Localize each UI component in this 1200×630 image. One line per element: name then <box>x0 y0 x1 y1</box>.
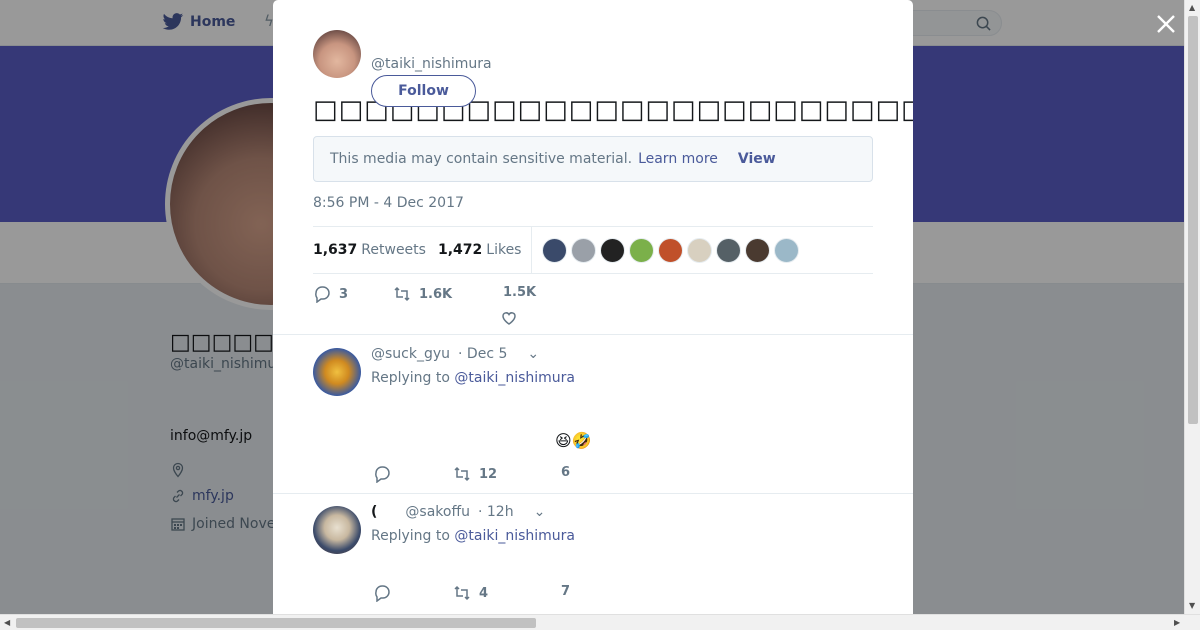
reply-count: 3 <box>339 286 349 302</box>
retweet-action[interactable]: 4 <box>453 584 488 602</box>
retweet-icon <box>454 466 470 482</box>
reply-actions: 4 7 <box>371 584 771 614</box>
learn-more-link[interactable]: Learn more <box>638 151 718 167</box>
chevron-down-icon[interactable]: ⌄ <box>534 504 546 520</box>
scroll-left-icon[interactable]: ◀ <box>4 618 10 627</box>
liker-avatar[interactable] <box>745 237 771 263</box>
reply-avatar[interactable] <box>313 348 361 396</box>
like-count: 1.5K <box>503 285 537 300</box>
reply-action[interactable]: 3 <box>313 285 348 303</box>
reply-icon <box>315 286 330 303</box>
retweets-count[interactable]: 1,637 <box>313 242 357 258</box>
close-button[interactable] <box>1154 12 1178 36</box>
reply-header: @suck_gyu · Dec 5 ⌄ <box>371 346 539 362</box>
tweet-divider <box>273 334 913 335</box>
horizontal-scrollbar[interactable]: ◀ ▶ <box>0 614 1200 630</box>
like-action[interactable]: 6 <box>561 465 570 480</box>
replying-mention[interactable]: @taiki_nishimura <box>454 370 575 386</box>
reply-text: 😆🤣 <box>555 431 592 450</box>
stats-divider <box>531 226 533 274</box>
scroll-up-icon[interactable]: ▲ <box>1189 3 1195 12</box>
view-media-button[interactable]: View <box>738 151 776 167</box>
reply-icon <box>375 466 390 483</box>
replying-to: Replying to @taiki_nishimura <box>371 370 575 386</box>
tweet-stats: 1,637 Retweets 1,472 Likes <box>313 226 873 274</box>
retweet-count: 12 <box>479 466 498 482</box>
follow-button[interactable]: Follow <box>371 75 476 107</box>
like-count: 7 <box>561 584 571 599</box>
liker-avatar[interactable] <box>774 237 800 263</box>
reply-divider <box>273 493 913 494</box>
reply-display-name[interactable]: ( <box>371 504 377 520</box>
retweet-icon <box>394 286 410 302</box>
like-action[interactable]: 1.5K <box>503 285 536 300</box>
replying-mention[interactable]: @taiki_nishimura <box>454 528 575 544</box>
retweet-icon <box>454 585 470 601</box>
replying-prefix: Replying to <box>371 370 450 386</box>
close-icon <box>1157 15 1175 33</box>
liker-avatars <box>542 237 800 263</box>
replying-to: Replying to @taiki_nishimura <box>371 528 575 544</box>
vertical-scroll-thumb[interactable] <box>1188 16 1198 424</box>
likes-label[interactable]: Likes <box>486 242 521 258</box>
liker-avatar[interactable] <box>716 237 742 263</box>
heart-icon <box>502 312 516 325</box>
like-action[interactable]: 7 <box>561 584 570 599</box>
likes-count[interactable]: 1,472 <box>438 242 482 258</box>
retweet-action[interactable]: 1.6K <box>393 285 452 303</box>
reply-action[interactable] <box>373 465 391 483</box>
tweet-modal: @taiki_nishimura □□□□□□□□□□□□□□□□□□□□□□□… <box>273 0 913 614</box>
liker-avatar[interactable] <box>658 237 684 263</box>
reply-header: ( @sakoffu · 12h ⌄ <box>371 504 545 520</box>
replying-prefix: Replying to <box>371 528 450 544</box>
horizontal-scroll-thumb[interactable] <box>16 618 536 628</box>
tweet-actions: 3 1.6K 1.5K <box>313 285 873 325</box>
scroll-down-icon[interactable]: ▼ <box>1189 601 1195 610</box>
reply-time[interactable]: · 12h <box>478 504 514 520</box>
like-button[interactable] <box>500 309 518 327</box>
reply-handle[interactable]: @sakoffu <box>405 504 470 520</box>
chevron-down-icon[interactable]: ⌄ <box>527 346 539 362</box>
liker-avatar[interactable] <box>600 237 626 263</box>
retweet-count: 1.6K <box>419 286 453 302</box>
liker-avatar[interactable] <box>542 237 568 263</box>
tweet-timestamp[interactable]: 8:56 PM - 4 Dec 2017 <box>313 195 464 211</box>
liker-avatar[interactable] <box>687 237 713 263</box>
scroll-right-icon[interactable]: ▶ <box>1174 618 1180 627</box>
reply-icon <box>375 585 390 602</box>
reply-handle[interactable]: @suck_gyu <box>371 346 450 362</box>
retweet-action[interactable]: 12 <box>453 465 497 483</box>
sensitive-notice-text: This media may contain sensitive materia… <box>330 151 633 167</box>
like-count: 6 <box>561 465 571 480</box>
liker-avatar[interactable] <box>571 237 597 263</box>
vertical-scrollbar[interactable]: ▲ ▼ <box>1184 0 1200 614</box>
reply-avatar[interactable] <box>313 506 361 554</box>
reply-action[interactable] <box>373 584 391 602</box>
sensitive-media-notice: This media may contain sensitive materia… <box>313 136 873 182</box>
reply-actions: 12 6 <box>371 465 771 495</box>
author-avatar[interactable] <box>313 30 361 78</box>
retweet-count: 4 <box>479 585 489 601</box>
liker-avatar[interactable] <box>629 237 655 263</box>
author-handle[interactable]: @taiki_nishimura <box>371 56 492 72</box>
reply-time[interactable]: · Dec 5 <box>458 346 507 362</box>
retweets-label[interactable]: Retweets <box>361 242 426 258</box>
